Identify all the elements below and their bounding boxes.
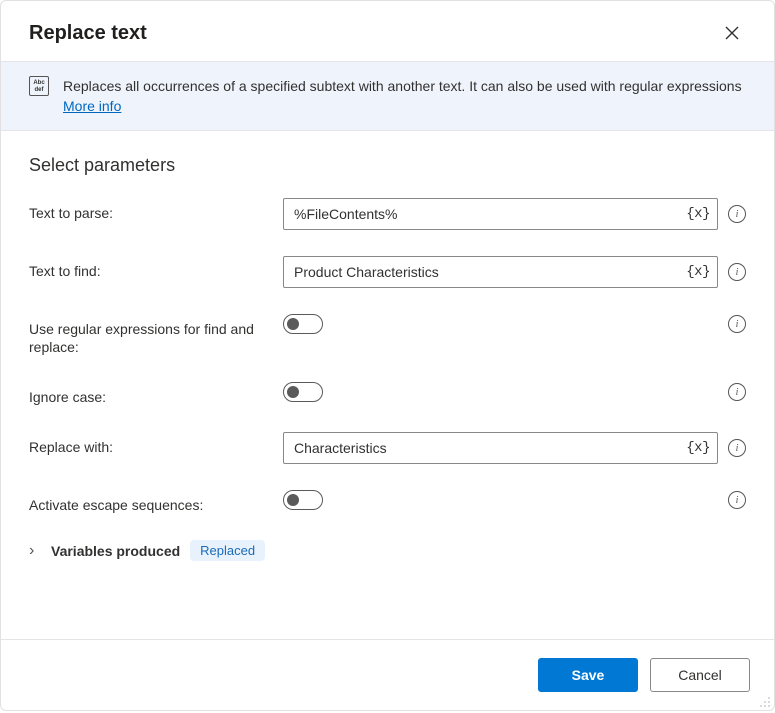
close-button[interactable] [718, 19, 746, 47]
info-icon[interactable]: i [728, 383, 746, 401]
variable-picker-icon[interactable]: {x} [686, 440, 710, 456]
section-title: Select parameters [29, 155, 746, 176]
variable-pill-replaced[interactable]: Replaced [190, 540, 265, 561]
dialog-footer: Save Cancel [1, 639, 774, 710]
replace-text-dialog: Replace text Abc def Replaces all occurr… [0, 0, 775, 711]
variables-produced-row[interactable]: › Variables produced Replaced [29, 540, 746, 561]
info-icon[interactable]: i [728, 315, 746, 333]
label-activate-escape: Activate escape sequences: [29, 490, 271, 514]
info-icon[interactable]: i [728, 491, 746, 509]
toggle-activate-escape[interactable] [283, 490, 323, 510]
toggle-use-regex[interactable] [283, 314, 323, 334]
label-text-to-find: Text to find: [29, 256, 271, 280]
label-text-to-parse: Text to parse: [29, 198, 271, 222]
info-banner: Abc def Replaces all occurrences of a sp… [1, 61, 774, 131]
field-replace-with: Replace with: {x} i [29, 432, 746, 464]
field-text-to-parse: Text to parse: {x} i [29, 198, 746, 230]
cancel-button[interactable]: Cancel [650, 658, 750, 692]
chevron-right-icon: › [29, 542, 41, 560]
field-ignore-case: Ignore case: i [29, 382, 746, 406]
field-use-regex: Use regular expressions for find and rep… [29, 314, 746, 356]
variable-picker-icon[interactable]: {x} [686, 264, 710, 280]
resize-grip-icon[interactable] [759, 695, 771, 707]
field-activate-escape: Activate escape sequences: i [29, 490, 746, 514]
variable-picker-icon[interactable]: {x} [686, 206, 710, 222]
dialog-body: Select parameters Text to parse: {x} i T… [1, 131, 774, 639]
variables-produced-label: Variables produced [51, 543, 180, 559]
label-replace-with: Replace with: [29, 432, 271, 456]
more-info-link[interactable]: More info [63, 98, 121, 114]
info-icon[interactable]: i [728, 263, 746, 281]
info-icon[interactable]: i [728, 439, 746, 457]
input-replace-with[interactable] [283, 432, 718, 464]
label-use-regex: Use regular expressions for find and rep… [29, 314, 271, 356]
field-text-to-find: Text to find: {x} i [29, 256, 746, 288]
dialog-header: Replace text [1, 1, 774, 61]
label-ignore-case: Ignore case: [29, 382, 271, 406]
banner-text: Replaces all occurrences of a specified … [63, 76, 746, 116]
input-text-to-parse[interactable] [283, 198, 718, 230]
input-text-to-find[interactable] [283, 256, 718, 288]
info-icon[interactable]: i [728, 205, 746, 223]
abc-def-icon: Abc def [29, 76, 49, 96]
toggle-ignore-case[interactable] [283, 382, 323, 402]
save-button[interactable]: Save [538, 658, 638, 692]
dialog-title: Replace text [29, 22, 147, 45]
close-icon [725, 26, 739, 40]
